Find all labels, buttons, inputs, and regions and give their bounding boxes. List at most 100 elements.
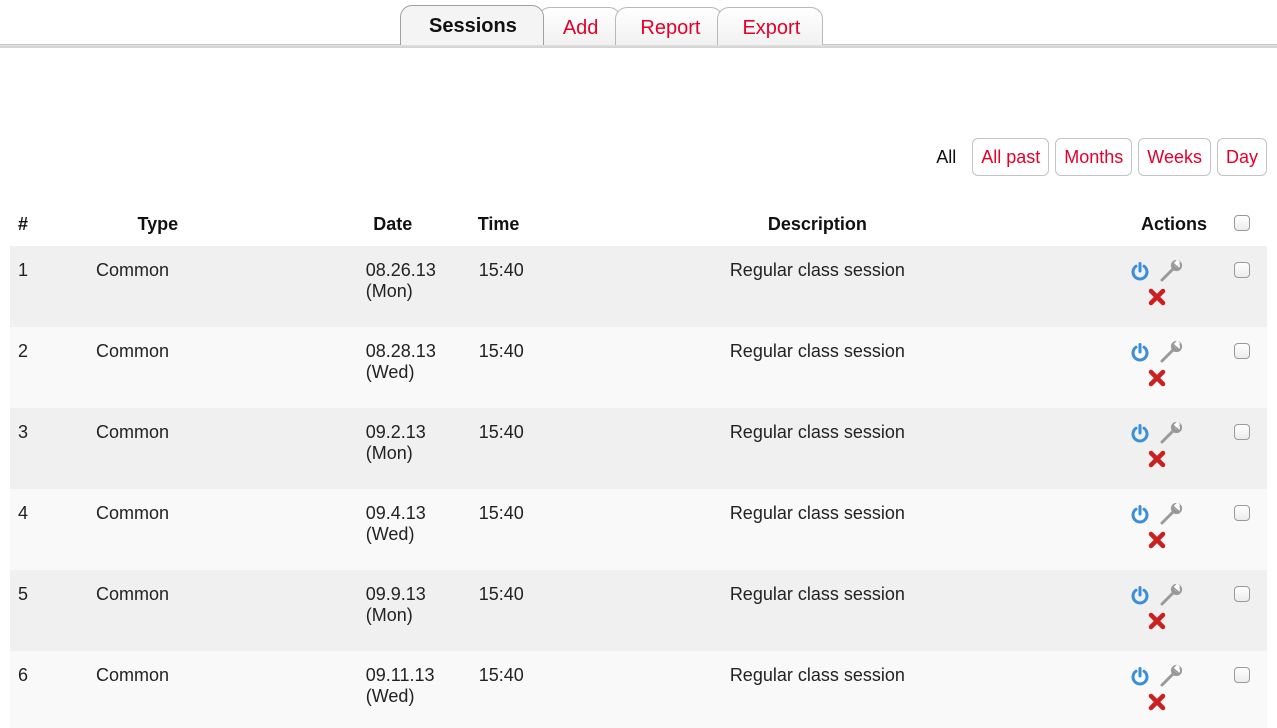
- action-icons: [1122, 420, 1192, 474]
- row-time: 15:40: [478, 503, 524, 523]
- power-icon[interactable]: [1130, 261, 1150, 286]
- sessions-table: # Type Date Time Description Actions 1 C…: [10, 202, 1267, 728]
- row-checkbox[interactable]: [1234, 586, 1250, 602]
- row-type: Common: [95, 503, 169, 523]
- action-icons-top: [1122, 420, 1192, 451]
- delete-x-icon[interactable]: [1147, 449, 1167, 474]
- row-select: [1217, 651, 1267, 728]
- select-all-checkbox[interactable]: [1234, 214, 1250, 231]
- tab-add[interactable]: Add: [537, 7, 622, 45]
- row-type: Common: [95, 341, 169, 361]
- header-actions: Actions: [1140, 213, 1207, 234]
- row-checkbox[interactable]: [1234, 343, 1250, 359]
- view-filters: All All past Months Weeks Day: [936, 138, 1267, 176]
- tab-bar: Sessions Add Report Export: [0, 0, 1277, 48]
- power-icon[interactable]: [1130, 666, 1150, 691]
- tabs: Sessions Add Report Export: [400, 5, 824, 45]
- header-select-all: [1217, 202, 1267, 246]
- table-row: 3 Common 09.2.13 (Mon) 15:40 Regular cla…: [10, 408, 1267, 489]
- delete-x-icon[interactable]: [1147, 287, 1167, 312]
- row-actions: [1057, 246, 1217, 327]
- row-actions: [1057, 327, 1217, 408]
- action-icons-top: [1122, 663, 1192, 694]
- wrench-icon[interactable]: [1158, 339, 1184, 370]
- action-icons: [1122, 258, 1192, 312]
- row-date: 09.2.13 (Mon): [365, 422, 426, 463]
- wrench-icon[interactable]: [1158, 501, 1184, 532]
- delete-x-icon[interactable]: [1147, 368, 1167, 393]
- tab-export[interactable]: Export: [717, 7, 824, 45]
- power-icon[interactable]: [1130, 423, 1150, 448]
- power-icon[interactable]: [1130, 342, 1150, 367]
- header-num: #: [18, 213, 29, 234]
- wrench-icon[interactable]: [1158, 258, 1184, 289]
- delete-x-icon[interactable]: [1147, 692, 1167, 717]
- action-icons-bottom: [1122, 529, 1192, 555]
- delete-x-icon[interactable]: [1147, 530, 1167, 555]
- row-actions: [1057, 651, 1217, 728]
- table-row: 5 Common 09.9.13 (Mon) 15:40 Regular cla…: [10, 570, 1267, 651]
- filter-months-button[interactable]: Months: [1055, 138, 1133, 176]
- row-actions: [1057, 489, 1217, 570]
- row-num: 4: [18, 503, 29, 523]
- row-checkbox[interactable]: [1234, 505, 1250, 521]
- row-checkbox[interactable]: [1234, 262, 1250, 278]
- row-time: 15:40: [478, 665, 524, 685]
- row-date: 09.4.13 (Wed): [365, 503, 426, 544]
- table-row: 4 Common 09.4.13 (Wed) 15:40 Regular cla…: [10, 489, 1267, 570]
- action-icons-top: [1122, 582, 1192, 613]
- row-num: 1: [18, 260, 29, 280]
- row-date: 08.28.13 (Wed): [365, 341, 436, 382]
- row-checkbox[interactable]: [1234, 667, 1250, 683]
- row-time: 15:40: [478, 260, 524, 280]
- tab-report[interactable]: Report: [615, 7, 724, 45]
- action-icons: [1122, 501, 1192, 555]
- row-time: 15:40: [478, 341, 524, 361]
- power-icon[interactable]: [1130, 504, 1150, 529]
- filter-weeks-button[interactable]: Weeks: [1138, 138, 1211, 176]
- row-actions: [1057, 408, 1217, 489]
- row-checkbox[interactable]: [1234, 424, 1250, 440]
- action-icons: [1122, 663, 1192, 717]
- tab-sessions[interactable]: Sessions: [400, 5, 544, 45]
- row-description: Regular class session: [729, 260, 905, 280]
- wrench-icon[interactable]: [1158, 582, 1184, 613]
- table-body: 1 Common 08.26.13 (Mon) 15:40 Regular cl…: [10, 246, 1267, 728]
- action-icons-top: [1122, 501, 1192, 532]
- row-select: [1217, 489, 1267, 570]
- attendance-sessions-page: Sessions Add Report Export All All past …: [0, 0, 1277, 728]
- row-select: [1217, 408, 1267, 489]
- row-date: 09.11.13 (Wed): [365, 665, 435, 706]
- row-description: Regular class session: [729, 341, 905, 361]
- row-type: Common: [95, 665, 169, 685]
- action-icons-bottom: [1122, 691, 1192, 717]
- header-date: Date: [373, 213, 413, 234]
- row-time: 15:40: [478, 584, 524, 604]
- row-num: 5: [18, 584, 29, 604]
- row-type: Common: [95, 422, 169, 442]
- action-icons-bottom: [1122, 448, 1192, 474]
- wrench-icon[interactable]: [1158, 663, 1184, 694]
- delete-x-icon[interactable]: [1147, 611, 1167, 636]
- header-row: # Type Date Time Description Actions: [10, 202, 1267, 246]
- row-description: Regular class session: [729, 665, 905, 685]
- row-description: Regular class session: [729, 422, 905, 442]
- row-date: 09.9.13 (Mon): [365, 584, 426, 625]
- wrench-icon[interactable]: [1158, 420, 1184, 451]
- row-select: [1217, 327, 1267, 408]
- power-icon[interactable]: [1130, 585, 1150, 610]
- filter-current-all: All: [936, 147, 957, 167]
- action-icons-bottom: [1122, 610, 1192, 636]
- row-num: 3: [18, 422, 29, 442]
- filter-all-past-button[interactable]: All past: [972, 138, 1050, 176]
- table-header: # Type Date Time Description Actions: [10, 202, 1267, 246]
- table-row: 6 Common 09.11.13 (Wed) 15:40 Regular cl…: [10, 651, 1267, 728]
- header-time: Time: [477, 213, 520, 234]
- filter-day-button[interactable]: Day: [1216, 138, 1267, 176]
- header-description: Description: [767, 213, 867, 234]
- table-row: 1 Common 08.26.13 (Mon) 15:40 Regular cl…: [10, 246, 1267, 327]
- row-num: 6: [18, 665, 29, 685]
- row-description: Regular class session: [729, 503, 905, 523]
- action-icons: [1122, 582, 1192, 636]
- header-type: Type: [137, 213, 179, 234]
